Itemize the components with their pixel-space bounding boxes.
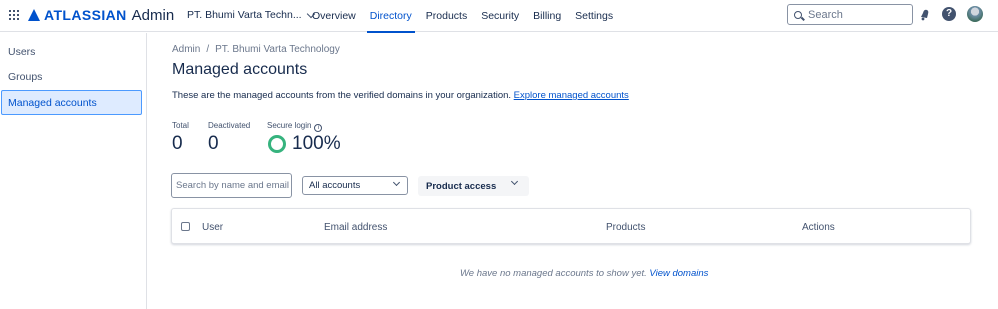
app-switcher-icon[interactable] <box>9 10 19 20</box>
product-access-label: Product access <box>426 180 497 192</box>
nav-settings[interactable]: Settings <box>568 0 620 32</box>
search-users-input[interactable]: Search by name and email <box>171 173 292 198</box>
sidebar-item-managed-accounts[interactable]: Managed accounts <box>1 90 142 115</box>
secure-login-text: Secure login <box>267 121 312 130</box>
search-users-placeholder: Search by name and email <box>176 180 290 191</box>
product-access-filter-button[interactable]: Product access <box>418 176 529 196</box>
nav-overview[interactable]: Overview <box>305 0 363 32</box>
atlassian-admin-logo[interactable]: ATLASSIAN Admin <box>28 6 174 24</box>
description-text: These are the managed accounts from the … <box>172 90 512 101</box>
column-header-products: Products <box>606 222 646 233</box>
brand-name: ATLASSIAN <box>44 7 127 23</box>
search-input[interactable]: Search <box>787 4 913 25</box>
secure-login-ring-icon <box>268 135 286 153</box>
column-header-user[interactable]: User <box>202 222 223 233</box>
chevron-down-icon <box>392 178 401 187</box>
total-label: Total <box>172 121 189 130</box>
breadcrumb-separator: / <box>206 44 210 55</box>
breadcrumb-org[interactable]: PT. Bhumi Varta Technology <box>215 44 340 55</box>
sidebar-item-groups[interactable]: Groups <box>0 65 141 89</box>
nav-billing[interactable]: Billing <box>526 0 568 32</box>
nav-products[interactable]: Products <box>419 0 474 32</box>
chevron-down-icon <box>510 177 519 186</box>
total-value: 0 <box>172 133 183 154</box>
sidebar: Users Groups Managed accounts <box>0 33 147 309</box>
product-name: Admin <box>131 6 175 24</box>
main-nav: Overview Directory Products Security Bil… <box>305 0 620 33</box>
deactivated-value: 0 <box>208 133 219 154</box>
search-placeholder: Search <box>808 8 843 21</box>
empty-state-text: We have no managed accounts to show yet. <box>460 268 647 279</box>
accounts-filter-value: All accounts <box>309 180 361 191</box>
accounts-table-header: User Email address Products Actions <box>171 208 971 244</box>
help-icon[interactable]: ? <box>942 7 956 21</box>
deactivated-label: Deactivated <box>208 121 251 130</box>
secure-login-label: Secure login i <box>267 121 323 132</box>
org-name: PT. Bhumi Varta Techn... <box>187 9 302 21</box>
sidebar-item-users[interactable]: Users <box>0 40 141 64</box>
view-domains-link[interactable]: View domains <box>649 268 708 279</box>
breadcrumb: Admin / PT. Bhumi Varta Technology <box>172 44 340 55</box>
empty-state-message: We have no managed accounts to show yet.… <box>460 268 708 279</box>
page-title: Managed accounts <box>172 61 308 78</box>
select-all-checkbox[interactable] <box>181 222 190 231</box>
org-switcher[interactable]: PT. Bhumi Varta Techn... <box>187 9 315 21</box>
breadcrumb-admin[interactable]: Admin <box>172 44 200 55</box>
atlassian-logo-icon <box>28 9 40 21</box>
explore-managed-accounts-link[interactable]: Explore managed accounts <box>514 90 629 101</box>
bell-icon[interactable] <box>918 7 932 21</box>
column-header-actions: Actions <box>802 222 835 233</box>
page-description: These are the managed accounts from the … <box>172 90 629 101</box>
avatar[interactable] <box>967 6 983 22</box>
top-navigation-bar: ATLASSIAN Admin PT. Bhumi Varta Techn...… <box>0 0 998 33</box>
secure-login-value: 100% <box>292 133 341 154</box>
nav-directory[interactable]: Directory <box>363 0 419 33</box>
info-icon[interactable]: i <box>314 124 323 132</box>
nav-security[interactable]: Security <box>474 0 526 32</box>
search-icon <box>794 10 802 19</box>
accounts-filter-select[interactable]: All accounts <box>302 176 408 195</box>
column-header-email[interactable]: Email address <box>324 222 387 233</box>
